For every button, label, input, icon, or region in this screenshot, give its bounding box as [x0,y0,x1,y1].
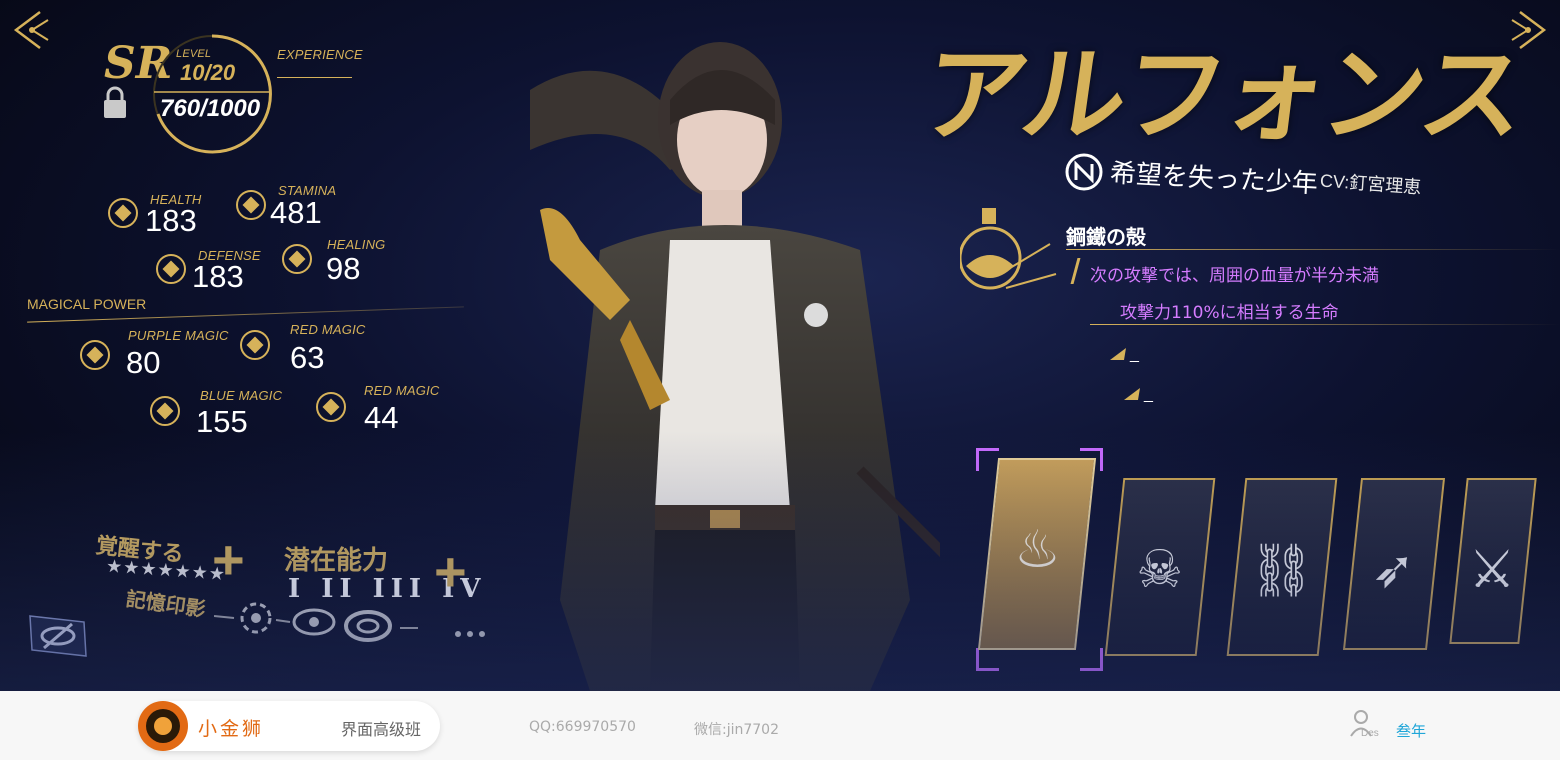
magic-label: RED MAGIC [364,383,440,398]
lion-logo-icon [138,701,188,751]
archer-icon: ➶ [1371,541,1416,599]
stat-value: 481 [270,195,322,230]
experience-divider [277,77,352,78]
skill-card[interactable]: ➶ [1342,478,1446,650]
stat-value: 98 [326,251,361,286]
purple-magic-icon [80,340,110,370]
red-magic-icon [240,330,270,360]
skull-icon: ☠ [1136,541,1183,599]
skill-card[interactable]: ☠ [1104,478,1216,656]
magic-label: BLUE MAGIC [200,388,283,403]
experience-value: 760/1000 [160,95,261,122]
blue-magic-icon [150,396,180,426]
magic-value: 63 [290,340,325,375]
potion-icon [960,208,1057,290]
empty-slot-icon [1124,388,1140,400]
voice-actor: CV:釘宮理恵 [1319,170,1422,198]
lock-icon [104,86,126,118]
hide-ui-icon[interactable] [28,612,88,658]
memory-imprint-icons[interactable] [214,596,494,642]
selection-bracket [1080,648,1103,671]
slash-icon: ⚔ [1468,541,1516,599]
stat-label: HEALING [327,237,386,252]
course-name: 界面高级班 [341,720,422,739]
red-magic-icon [316,392,346,422]
potion-icon: ♨ [1014,521,1061,579]
skill-desc-line2: 攻撃力110%に相当する生命 [1120,303,1339,323]
skill-card[interactable]: ⚔ [1449,478,1537,644]
level-label: LEVEL [176,48,212,60]
magic-label: RED MAGIC [290,322,366,337]
healing-icon [282,244,312,274]
potential-plus-button[interactable]: + [434,544,467,600]
game-screen: SR LEVEL 10/20 760/1000 EXPERIENCE HEALT… [0,0,1560,691]
character-name: アルフォンス [915,33,1530,156]
skill-desc-line1: 次の攻撃では、周囲の血量が半分未満 [1090,266,1379,286]
stat-value: 183 [192,259,244,294]
footer-bar: 小金狮 界面高级班 QQ:669970570 微信:jin7702 Des 叁年 [0,691,1560,760]
designer-tag: Des [1361,728,1379,739]
potential-label: 潜在能力 [284,546,389,576]
character-portrait [530,42,940,691]
stamina-icon [236,190,266,220]
memory-label: 記憶印影 [124,586,208,622]
experience-label: EXPERIENCE [277,47,363,62]
selection-bracket [976,648,999,671]
skill-line-marker [1070,258,1081,284]
health-icon [108,198,138,228]
selection-bracket [976,448,999,471]
skill-name: 鋼鐵の殻 [1066,225,1146,249]
brand-pill: 小金狮 界面高级班 [138,701,440,751]
faction-emblem-icon [1065,153,1103,191]
broken-chain-icon: ⛓ [1248,542,1315,600]
brand-name: 小金狮 [198,718,265,740]
wechat-contact: 微信:jin7702 [694,722,779,738]
empty-slot-icon [1110,348,1126,360]
awaken-stars: ★★★★★★★ [105,555,227,585]
skill-placeholder: _ [1130,346,1139,363]
magic-value: 44 [364,400,399,435]
author-name: 叁年 [1396,722,1427,740]
magic-title: MAGICAL POWER [27,296,147,312]
skill-divider [1090,324,1560,325]
experience-ring [153,34,272,154]
magic-value: 155 [196,404,248,439]
skill-placeholder: _ [1144,386,1153,403]
magic-label: PURPLE MAGIC [128,328,229,343]
back-arrow-icon[interactable] [10,8,54,52]
level-value: 10/20 [180,60,236,85]
skill-card[interactable]: ⛓ [1226,478,1338,656]
qq-contact: QQ:669970570 [529,719,636,735]
stat-value: 183 [145,203,197,238]
awaken-plus-button[interactable]: + [212,532,245,588]
defense-icon [156,254,186,284]
skill-card[interactable]: ♨ [977,458,1097,650]
skill-divider [1066,249,1560,250]
magic-value: 80 [126,345,161,380]
